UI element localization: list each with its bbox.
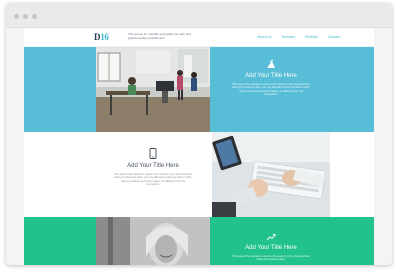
nav-item-contact[interactable]: Contact xyxy=(328,35,340,39)
feature-row-1: Add Your Title Here This area of the web… xyxy=(24,47,374,132)
site-logo[interactable]: D16 xyxy=(94,32,109,42)
mobile-phone-icon xyxy=(149,148,157,159)
tile-body: This area of the website is meant to be … xyxy=(114,173,192,187)
feature-row-3: Add Your Title Here This area of the web… xyxy=(24,217,374,265)
tile-body: This area of the website is meant to be … xyxy=(232,255,310,262)
nav-item-services[interactable]: Services xyxy=(282,35,295,39)
diagonal-arrows-icon xyxy=(267,59,275,68)
site-tagline: The source for tutorials and guides for … xyxy=(128,32,191,40)
tile-title: Add Your Title Here xyxy=(245,245,297,251)
desk-photo xyxy=(212,132,330,217)
feature-tile-1: Add Your Title Here This area of the web… xyxy=(212,59,330,97)
trend-line-icon xyxy=(266,234,276,241)
tile-body: This area of the website is meant to be … xyxy=(232,83,310,97)
feature-tile-3: Add Your Title Here This area of the web… xyxy=(212,233,330,262)
site-header: D16 The source for tutorials and guides … xyxy=(24,28,374,47)
window-dot-minimize[interactable] xyxy=(23,14,28,19)
logo-accent: 16 xyxy=(100,32,109,42)
tile-title: Add Your Title Here xyxy=(245,73,297,79)
portrait-photo xyxy=(96,217,210,265)
page-viewport: D16 The source for tutorials and guides … xyxy=(24,28,374,265)
window-dot-close[interactable] xyxy=(14,14,19,19)
nav-item-portfolio[interactable]: Portfolio xyxy=(305,35,318,39)
browser-toolbar xyxy=(6,3,392,28)
main-nav: About Us Services Portfolio Contact xyxy=(257,35,340,39)
office-photo xyxy=(96,47,210,132)
window-dot-maximize[interactable] xyxy=(32,14,37,19)
nav-item-about[interactable]: About Us xyxy=(257,35,271,39)
tile-title: Add Your Title Here xyxy=(127,163,179,169)
feature-tile-2: Add Your Title Here This area of the web… xyxy=(94,148,212,187)
content-grid: Add Your Title Here This area of the web… xyxy=(24,47,374,265)
feature-row-2: Add Your Title Here This area of the web… xyxy=(24,132,374,217)
browser-window: D16 The source for tutorials and guides … xyxy=(6,3,392,265)
